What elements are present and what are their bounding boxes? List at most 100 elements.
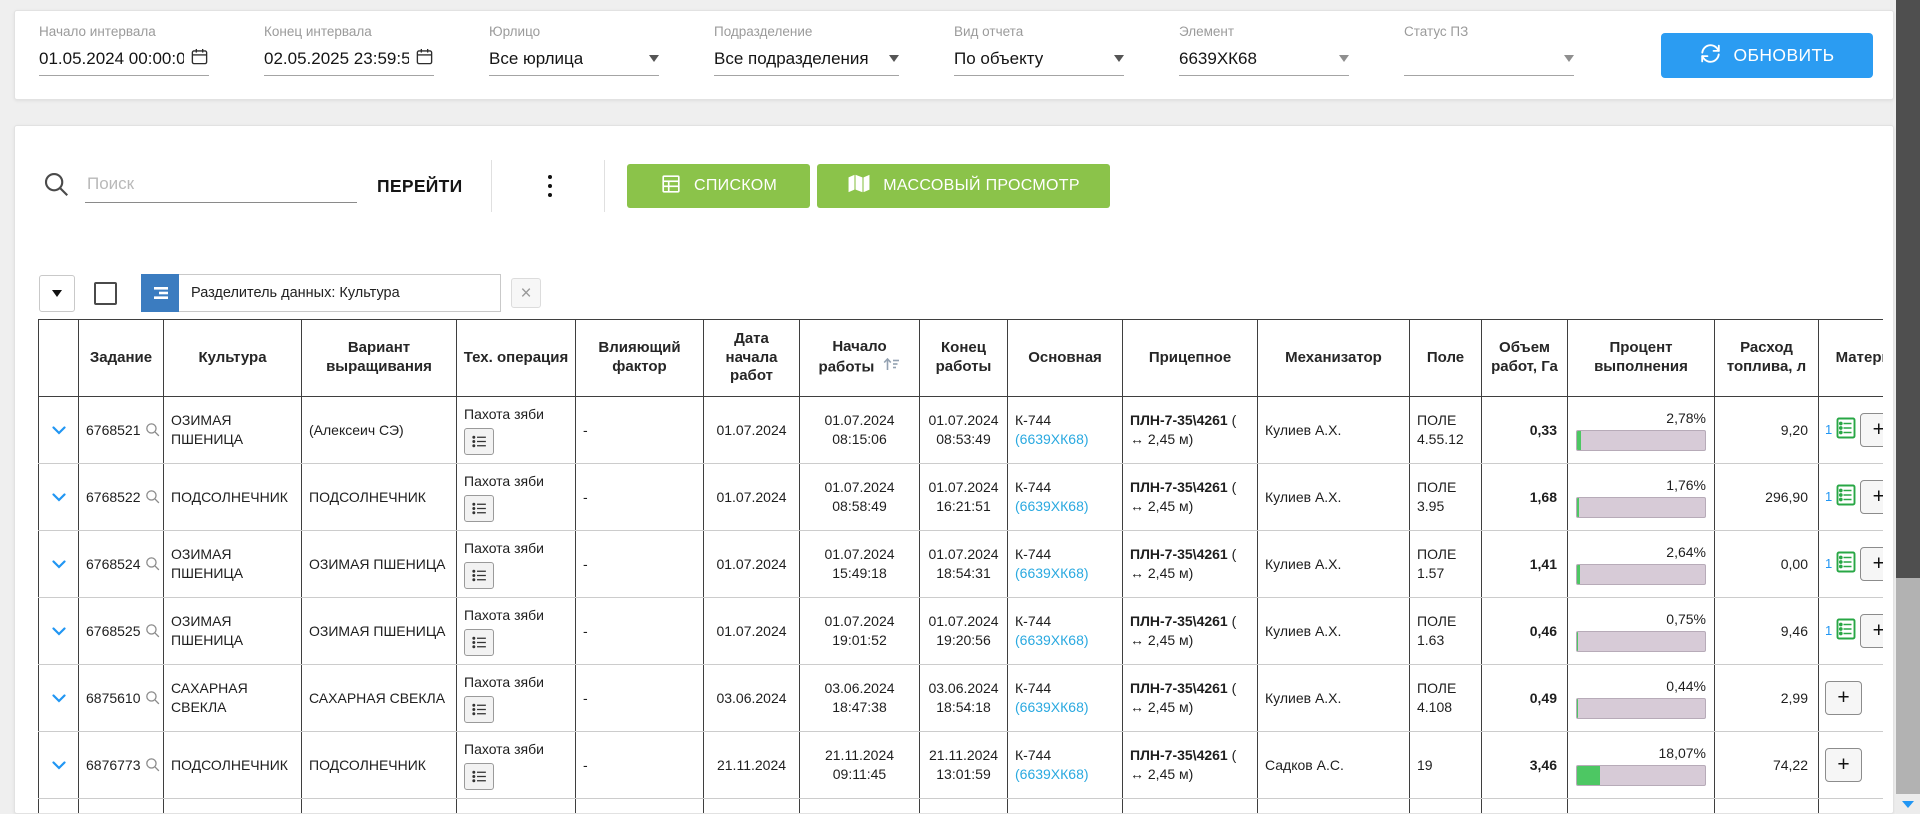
operation-cell: Пахота зяби <box>457 397 576 464</box>
column-header[interactable]: Объем работ, Га <box>1482 320 1568 397</box>
column-header[interactable]: Начало работы <box>800 320 920 397</box>
column-header[interactable]: Задание <box>79 320 164 397</box>
task-cell: 6768522 <box>79 464 164 531</box>
interval-end-value: 02.05.2025 23:59:59 <box>264 49 409 69</box>
vehicle-number-link[interactable]: (6639ХК68) <box>1015 498 1089 514</box>
operation-name: Пахота зяби <box>464 606 568 625</box>
filter-label: Подразделение <box>714 24 899 39</box>
group-by-icon[interactable] <box>141 274 179 312</box>
status-pz-select[interactable] <box>1404 49 1574 76</box>
vehicle-number-link[interactable]: (6639ХК68) <box>1015 699 1089 715</box>
materials-list-icon[interactable] <box>1836 417 1856 444</box>
close-icon[interactable]: × <box>511 278 541 308</box>
column-header[interactable]: Механизатор <box>1258 320 1410 397</box>
column-header[interactable]: Процент выполнения <box>1568 320 1715 397</box>
variant-cell: ОЗИМАЯ ПШЕНИЦА <box>302 531 457 598</box>
add-material-button[interactable]: + <box>1860 547 1883 581</box>
legal-entity-select[interactable]: Все юрлица <box>489 49 659 76</box>
filter-status-pz: Статус ПЗ <box>1404 24 1574 76</box>
search-task-icon[interactable] <box>144 556 161 572</box>
expand-row-icon[interactable] <box>52 623 66 639</box>
column-header[interactable]: Тех. операция <box>457 320 576 397</box>
operation-list-button[interactable] <box>464 763 494 790</box>
operation-list-button[interactable] <box>464 696 494 723</box>
operator-cell: Садков А.С. <box>1258 732 1410 799</box>
calendar-icon[interactable] <box>190 47 209 71</box>
add-material-button[interactable]: + <box>1860 413 1883 447</box>
table-cell <box>1568 799 1715 814</box>
fuel-cell: 0,00 <box>1715 531 1819 598</box>
interval-end-input[interactable]: 02.05.2025 23:59:59 <box>264 49 434 76</box>
kebab-menu-icon[interactable] <box>544 171 557 202</box>
task-id[interactable]: 6768521 <box>86 422 141 438</box>
add-material-button[interactable]: + <box>1825 681 1862 715</box>
materials-list-icon[interactable] <box>1836 551 1856 578</box>
table-row: 6768525 ОЗИМАЯ ПШЕНИЦА ОЗИМАЯ ПШЕНИЦА Па… <box>39 598 1884 665</box>
report-type-select[interactable]: По объекту <box>954 49 1124 76</box>
expand-row-icon[interactable] <box>52 757 66 773</box>
column-header[interactable]: Вариант выращивания <box>302 320 457 397</box>
collapse-all-button[interactable] <box>39 275 75 312</box>
search-task-icon[interactable] <box>144 757 161 773</box>
column-header[interactable]: Расход топлива, л <box>1715 320 1819 397</box>
column-header[interactable]: Конец работы <box>920 320 1008 397</box>
scrollbar-thumb[interactable] <box>1896 0 1920 578</box>
search-task-icon[interactable] <box>144 623 161 639</box>
materials-list-icon[interactable] <box>1836 484 1856 511</box>
main-vehicle-cell: К-744 (6639ХК68) <box>1008 531 1123 598</box>
department-select[interactable]: Все подразделения <box>714 49 899 76</box>
go-button[interactable]: ПЕРЕЙТИ <box>371 175 469 198</box>
calendar-icon[interactable] <box>415 47 434 71</box>
column-header[interactable]: Основная <box>1008 320 1123 397</box>
search-task-icon[interactable] <box>144 422 161 438</box>
column-header[interactable] <box>39 320 79 397</box>
materials-list-icon[interactable] <box>1836 618 1856 645</box>
vertical-scrollbar[interactable] <box>1896 0 1920 814</box>
expand-row-icon[interactable] <box>52 422 66 438</box>
column-header[interactable]: Дата начала работ <box>704 320 800 397</box>
trailer-width: ↔ 2,45 м) <box>1130 498 1193 514</box>
task-id[interactable]: 6876773 <box>86 757 141 773</box>
expand-row-icon[interactable] <box>52 489 66 505</box>
percent-label: 2,64% <box>1576 543 1706 562</box>
column-header[interactable]: Материалы <box>1819 320 1884 397</box>
select-all-checkbox[interactable] <box>94 282 117 305</box>
vehicle-number-link[interactable]: (6639ХК68) <box>1015 632 1089 648</box>
expander-cell <box>39 665 79 732</box>
trailer-cell: ПЛН-7-35\4261 ( ↔ 2,45 м) <box>1123 531 1258 598</box>
element-value: 6639ХК68 <box>1179 49 1257 69</box>
column-header[interactable]: Прицепное <box>1123 320 1258 397</box>
operation-list-button[interactable] <box>464 495 494 522</box>
expand-row-icon[interactable] <box>52 556 66 572</box>
task-id[interactable]: 6768522 <box>86 489 141 505</box>
add-material-button[interactable]: + <box>1825 748 1862 782</box>
operation-list-button[interactable] <box>464 428 494 455</box>
search-task-icon[interactable] <box>144 690 161 706</box>
add-material-button[interactable]: + <box>1860 614 1883 648</box>
interval-start-input[interactable]: 01.05.2024 00:00:00 <box>39 49 209 76</box>
percent-cell: 0,75% <box>1568 598 1715 665</box>
column-header[interactable]: Культура <box>164 320 302 397</box>
scroll-down-button[interactable] <box>1896 794 1920 814</box>
column-header[interactable]: Влияющий фактор <box>576 320 704 397</box>
fuel-cell: 74,22 <box>1715 732 1819 799</box>
element-select[interactable]: 6639ХК68 <box>1179 49 1349 76</box>
column-header[interactable]: Поле <box>1410 320 1482 397</box>
task-id[interactable]: 6875610 <box>86 690 141 706</box>
list-view-button[interactable]: СПИСКОМ <box>627 164 810 208</box>
task-id[interactable]: 6768525 <box>86 623 141 639</box>
search-input[interactable] <box>85 170 357 203</box>
mass-view-button[interactable]: МАССОВЫЙ ПРОСМОТР <box>817 164 1110 208</box>
vehicle-number-link[interactable]: (6639ХК68) <box>1015 766 1089 782</box>
culture-cell: ОЗИМАЯ ПШЕНИЦА <box>164 397 302 464</box>
vehicle-number-link[interactable]: (6639ХК68) <box>1015 431 1089 447</box>
refresh-button[interactable]: ОБНОВИТЬ <box>1661 33 1873 78</box>
search-task-icon[interactable] <box>144 489 161 505</box>
operation-list-button[interactable] <box>464 562 494 589</box>
volume-cell: 3,46 <box>1482 732 1568 799</box>
vehicle-number-link[interactable]: (6639ХК68) <box>1015 565 1089 581</box>
operation-list-button[interactable] <box>464 629 494 656</box>
task-id[interactable]: 6768524 <box>86 556 141 572</box>
add-material-button[interactable]: + <box>1860 480 1883 514</box>
expand-row-icon[interactable] <box>52 690 66 706</box>
